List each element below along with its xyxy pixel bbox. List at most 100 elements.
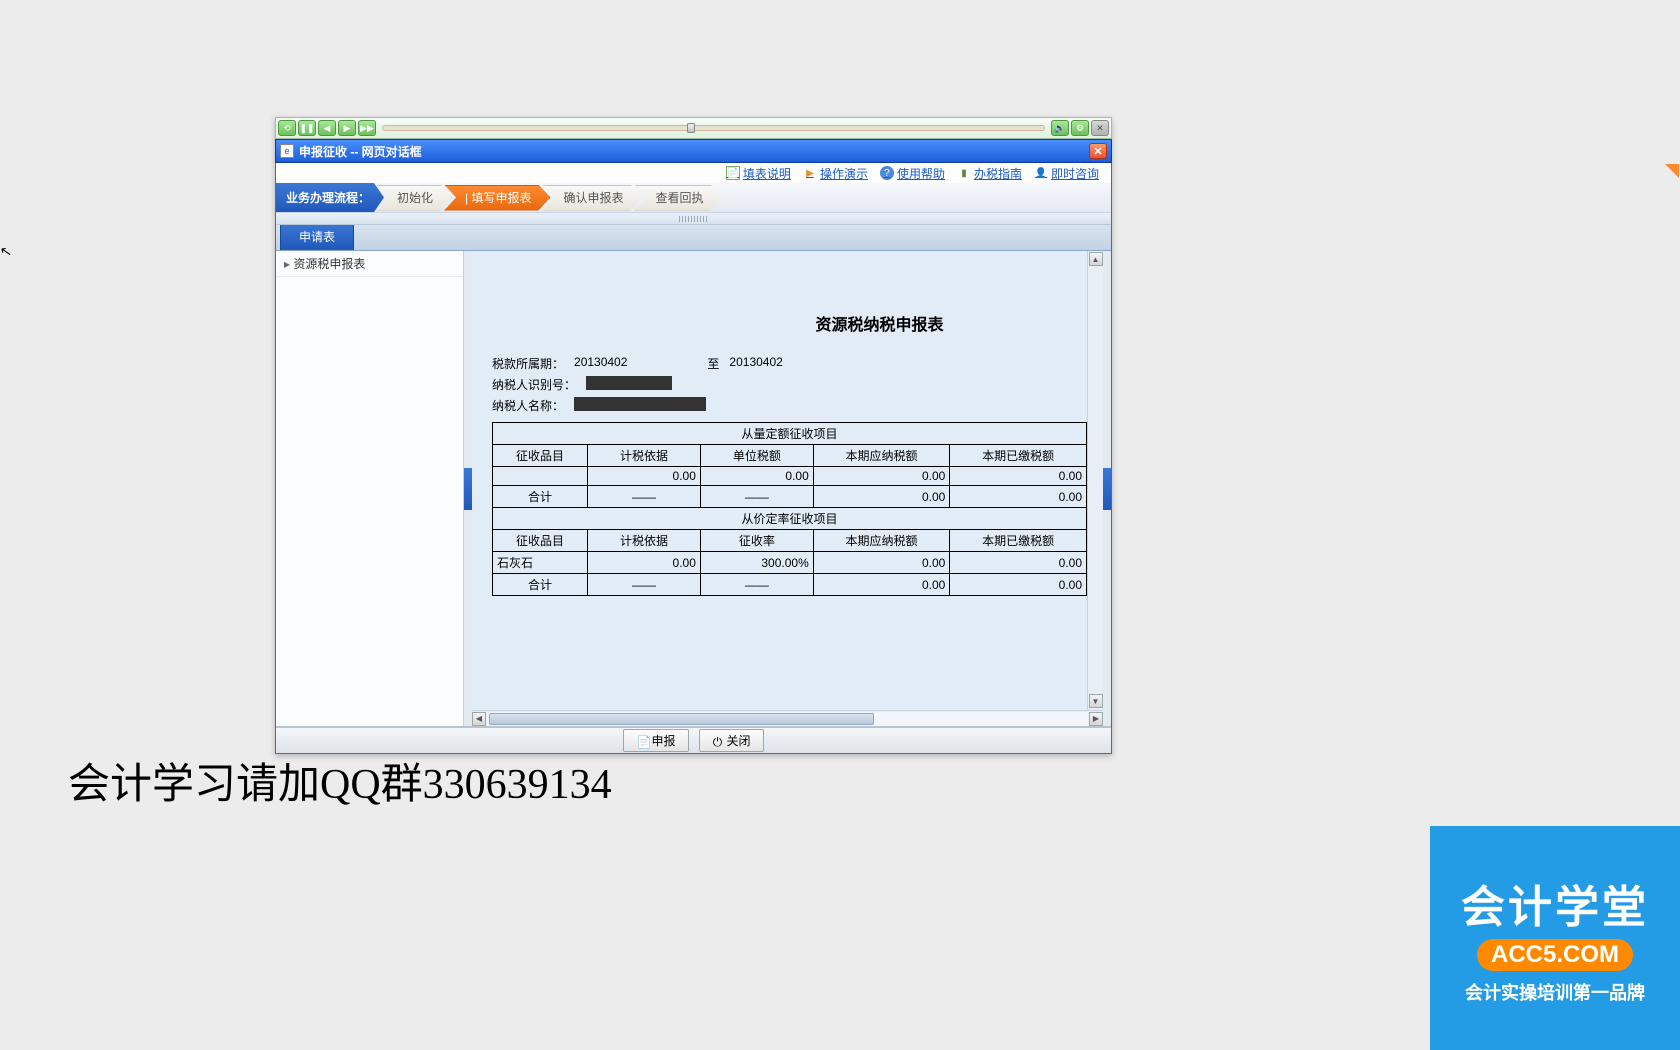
link-label: 填表说明	[743, 165, 791, 182]
cell-sum-payable: 0.00	[813, 574, 950, 596]
cell-sum-basis: ——	[588, 486, 701, 508]
link-guide[interactable]: ▮办税指南	[957, 165, 1022, 182]
splitter-handle-icon[interactable]	[464, 468, 472, 510]
vertical-splitter[interactable]	[464, 251, 472, 726]
cell-sum-paid: 0.00	[950, 574, 1087, 596]
cell-paid[interactable]: 0.00	[950, 467, 1087, 486]
splitter-handle-icon[interactable]	[1103, 468, 1111, 510]
col-item: 征收品目	[493, 445, 588, 467]
form-content: 资源税纳税申报表 税款所属期： 20130402 至 20130402 纳税人识…	[492, 261, 1087, 596]
video-player-window: ⟲ ❚❚ ◀ ▶ ▶▶ 🔊 ⚙ ✕ e 申报征收 -- 网页对话框 ✕ 📄填表说…	[275, 117, 1112, 754]
col-basis: 计税依据	[588, 530, 701, 552]
scroll-thumb[interactable]	[489, 713, 874, 725]
cell-sum-label: 合计	[493, 486, 588, 508]
horizontal-scrollbar[interactable]: ◀ ▶	[472, 710, 1103, 726]
play-icon: ▶	[803, 166, 817, 180]
workflow-step-receipt[interactable]: 查看回执	[635, 185, 723, 211]
progress-thumb[interactable]	[687, 123, 695, 133]
prev-icon[interactable]: ◀	[318, 120, 336, 136]
scroll-left-icon[interactable]: ◀	[472, 712, 486, 726]
section-header-1: 从量定额征收项目	[493, 423, 1087, 445]
brand-title: 会计学堂	[1461, 871, 1649, 935]
table-row: 石灰石 0.00 300.00% 0.00 0.00	[493, 552, 1087, 574]
link-fill-help[interactable]: 📄填表说明	[726, 165, 791, 182]
link-label: 即时咨询	[1051, 165, 1099, 182]
player-controls: ⟲ ❚❚ ◀ ▶ ▶▶ 🔊 ⚙ ✕	[275, 117, 1112, 139]
brand-tagline: 会计实操培训第一品牌	[1465, 979, 1645, 1005]
workflow-step-fill[interactable]: | 填写申报表	[444, 185, 550, 211]
document-icon: e	[280, 144, 294, 158]
cell-item[interactable]	[493, 467, 588, 486]
tab-application[interactable]: 申请表	[280, 222, 354, 250]
close-button[interactable]: ⏻关闭	[699, 729, 764, 752]
cell-sum-payable: 0.00	[813, 486, 950, 508]
volume-icon[interactable]: 🔊	[1051, 120, 1069, 136]
cell-basis[interactable]: 0.00	[588, 552, 701, 574]
link-demo[interactable]: ▶操作演示	[803, 165, 868, 182]
period-label: 税款所属期：	[492, 355, 564, 372]
cell-paid[interactable]: 0.00	[950, 552, 1087, 574]
col-payable: 本期应纳税额	[813, 445, 950, 467]
cell-sum-basis: ——	[588, 574, 701, 596]
table-sum-row: 合计 —— —— 0.00 0.00	[493, 574, 1087, 596]
col-rate: 征收率	[700, 530, 813, 552]
cursor-icon: ↖	[0, 242, 13, 261]
workflow-label: 业务办理流程：	[276, 183, 384, 212]
table-sum-row: 合计 —— —— 0.00 0.00	[493, 486, 1087, 508]
workflow-step-confirm[interactable]: 确认申报表	[542, 185, 642, 211]
vertical-scrollbar[interactable]: ▲ ▼	[1087, 251, 1103, 710]
link-label: 办税指南	[974, 165, 1022, 182]
cell-basis[interactable]: 0.00	[588, 467, 701, 486]
pause-icon[interactable]: ❚❚	[298, 120, 316, 136]
settings-icon[interactable]: ⚙	[1071, 120, 1089, 136]
player-close-icon[interactable]: ✕	[1091, 120, 1109, 136]
right-splitter[interactable]	[1103, 251, 1111, 726]
restart-icon[interactable]: ⟲	[278, 120, 296, 136]
cell-rate[interactable]: 300.00%	[700, 552, 813, 574]
dialog-body: 📄填表说明 ▶操作演示 ?使用帮助 ▮办税指南 👤即时咨询 业务办理流程： 初始…	[275, 163, 1112, 754]
link-label: 操作演示	[820, 165, 868, 182]
cell-sum-rate: ——	[700, 574, 813, 596]
link-consult[interactable]: 👤即时咨询	[1034, 165, 1099, 182]
cell-sum-paid: 0.00	[950, 486, 1087, 508]
link-label: 使用帮助	[897, 165, 945, 182]
taxpayer-name-label: 纳税人名称：	[492, 397, 564, 414]
col-payable: 本期应纳税额	[813, 530, 950, 552]
submit-button[interactable]: 📄申报	[623, 729, 688, 752]
tab-row: 申请表	[276, 225, 1111, 251]
col-basis: 计税依据	[588, 445, 701, 467]
cell-unit[interactable]: 0.00	[700, 467, 813, 486]
window-titlebar: e 申报征收 -- 网页对话框 ✕	[275, 139, 1112, 163]
scroll-right-icon[interactable]: ▶	[1089, 712, 1103, 726]
cell-item[interactable]: 石灰石	[493, 552, 588, 574]
tin-redacted	[586, 376, 672, 390]
document-icon: 📄	[726, 166, 740, 180]
table-row: 0.00 0.00 0.00 0.00	[493, 467, 1087, 486]
tree-item-resource-tax[interactable]: 资源税申报表	[276, 251, 463, 277]
period-to: 20130402	[729, 355, 782, 372]
question-icon: ?	[880, 166, 894, 180]
scroll-track[interactable]	[487, 712, 1088, 726]
link-usage[interactable]: ?使用帮助	[880, 165, 945, 182]
scroll-up-icon[interactable]: ▲	[1089, 252, 1103, 266]
scroll-down-icon[interactable]: ▼	[1089, 694, 1103, 708]
form-title: 资源税纳税申报表	[492, 311, 1087, 335]
section-header-2: 从价定率征收项目	[493, 508, 1087, 530]
progress-bar[interactable]	[382, 125, 1045, 131]
tin-label: 纳税人识别号：	[492, 376, 576, 393]
fast-forward-icon[interactable]: ▶▶	[358, 120, 376, 136]
col-unit: 单位税额	[700, 445, 813, 467]
period-from: 20130402	[574, 355, 627, 372]
close-icon[interactable]: ✕	[1089, 143, 1107, 159]
submit-icon: 📄	[636, 735, 648, 747]
book-icon: ▮	[957, 166, 971, 180]
grip-icon[interactable]	[679, 216, 709, 222]
separator-bar	[276, 213, 1111, 225]
window-title: 申报征收 -- 网页对话框	[299, 143, 1089, 160]
workflow-step-init[interactable]: 初始化	[376, 185, 452, 211]
workflow-row: 业务办理流程： 初始化 | 填写申报表 确认申报表 查看回执	[276, 183, 1111, 213]
cell-payable[interactable]: 0.00	[813, 552, 950, 574]
cell-payable[interactable]: 0.00	[813, 467, 950, 486]
next-icon[interactable]: ▶	[338, 120, 356, 136]
left-pane: 资源税申报表	[276, 251, 464, 726]
